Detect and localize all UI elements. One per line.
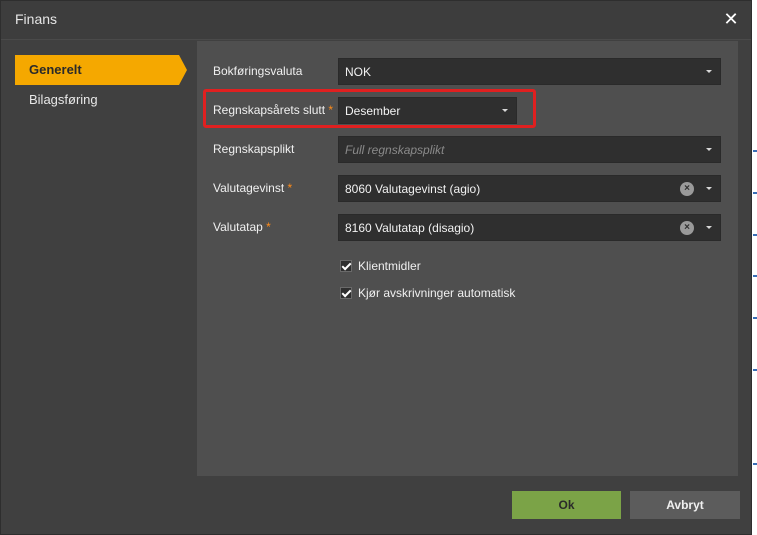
- regnskapsplikt-label: Regnskapsplikt: [213, 142, 295, 156]
- chevron-down-icon[interactable]: [706, 70, 712, 73]
- bokforingsvaluta-value: NOK: [345, 65, 372, 79]
- avskrivninger-checkbox[interactable]: [340, 287, 352, 299]
- cancel-button[interactable]: Avbryt: [630, 491, 740, 519]
- valutagevinst-label: Valutagevinst *: [213, 181, 293, 195]
- dialog-title: Finans: [15, 11, 58, 27]
- clear-icon[interactable]: ×: [680, 182, 694, 196]
- nav-item-bilagsforing[interactable]: Bilagsføring: [15, 85, 187, 115]
- required-marker: *: [266, 220, 271, 234]
- nav-item-label: Bilagsføring: [29, 92, 98, 107]
- close-icon[interactable]: ✕: [721, 9, 741, 29]
- highlight-box: [203, 89, 536, 128]
- klientmidler-checkbox[interactable]: [340, 260, 352, 272]
- valutatap-label: Valutatap *: [213, 220, 271, 234]
- dialog-titlebar: Finans ✕: [1, 1, 751, 40]
- valutatap-value: 8160 Valutatap (disagio): [345, 221, 475, 235]
- nav-item-label: Generelt: [29, 62, 82, 77]
- settings-nav: Generelt Bilagsføring: [15, 55, 187, 115]
- valutagevinst-select[interactable]: 8060 Valutagevinst (agio) ×: [338, 175, 721, 202]
- background-link-mark: [753, 317, 757, 319]
- regnskapsplikt-placeholder: Full regnskapsplikt: [345, 143, 445, 157]
- regnskapsplikt-select[interactable]: Full regnskapsplikt: [338, 136, 721, 163]
- background-link-mark: [753, 150, 757, 152]
- klientmidler-label: Klientmidler: [358, 259, 421, 273]
- background-link-mark: [753, 234, 757, 236]
- chevron-down-icon[interactable]: [706, 226, 712, 229]
- background-link-mark: [753, 192, 757, 194]
- nav-item-generelt[interactable]: Generelt: [15, 55, 187, 85]
- required-marker: *: [287, 181, 293, 195]
- bokforingsvaluta-label: Bokføringsvaluta: [213, 64, 303, 78]
- background-link-mark: [753, 275, 757, 277]
- chevron-down-icon[interactable]: [706, 148, 712, 151]
- valutatap-select[interactable]: 8160 Valutatap (disagio) ×: [338, 214, 721, 241]
- avskrivninger-label: Kjør avskrivninger automatisk: [358, 286, 516, 300]
- clear-icon[interactable]: ×: [680, 221, 694, 235]
- bokforingsvaluta-select[interactable]: NOK: [338, 58, 721, 85]
- valutagevinst-value: 8060 Valutagevinst (agio): [345, 182, 481, 196]
- chevron-down-icon[interactable]: [706, 187, 712, 190]
- background-link-mark: [753, 369, 757, 371]
- background-link-mark: [753, 463, 757, 465]
- ok-button[interactable]: Ok: [512, 491, 621, 519]
